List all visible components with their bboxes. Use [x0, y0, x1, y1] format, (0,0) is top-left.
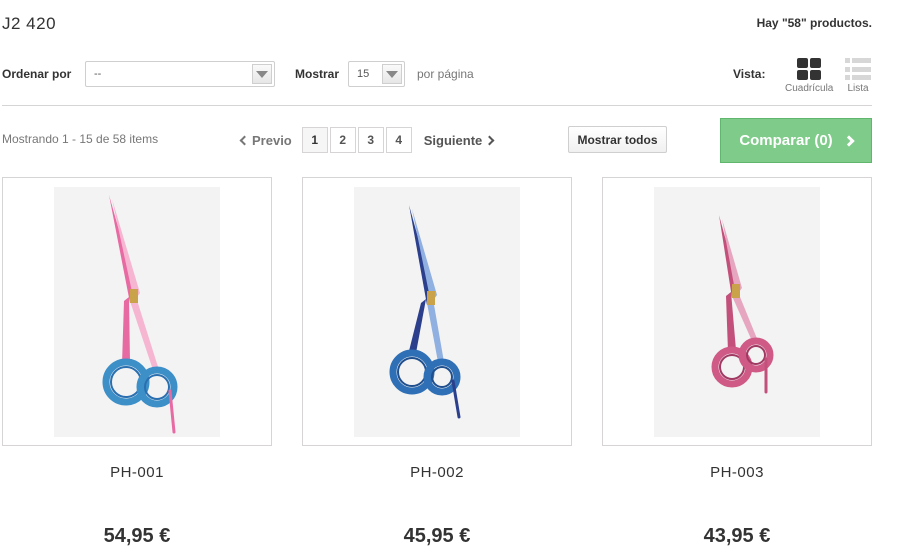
next-page-link[interactable]: Siguiente — [423, 132, 495, 148]
compare-button[interactable]: Comparar (0) — [720, 118, 872, 163]
chevron-down-icon[interactable] — [382, 64, 402, 84]
chevron-right-icon — [484, 135, 495, 145]
product-card[interactable]: PH-003 43,95 € — [602, 177, 872, 548]
view-list-button[interactable]: Lista — [845, 58, 871, 94]
product-image[interactable] — [354, 187, 520, 437]
show-label: Mostrar — [295, 67, 340, 81]
previous-page-link[interactable]: Previo — [239, 132, 292, 148]
product-price: 43,95 € — [703, 525, 771, 547]
grid-view-icon — [797, 58, 822, 80]
divider — [2, 105, 872, 106]
compare-button-label: Comparar (0) — [739, 132, 833, 149]
product-card[interactable]: PH-002 45,95 € — [302, 177, 572, 548]
showing-items-text: Mostrando 1 - 15 de 58 items — [2, 132, 159, 146]
sort-select-value: -- — [94, 68, 102, 80]
chevron-left-icon — [239, 135, 250, 145]
previous-page-label: Previo — [252, 132, 292, 148]
chevron-down-icon[interactable] — [252, 64, 272, 84]
product-image-frame[interactable] — [302, 177, 572, 446]
sort-label: Ordenar por — [2, 67, 72, 81]
page-link-3[interactable]: 3 — [357, 127, 384, 153]
per-page-select-value: 15 — [357, 68, 370, 80]
page-link-1[interactable]: 1 — [301, 127, 328, 153]
list-view-icon — [845, 58, 871, 80]
scissors-icon — [711, 215, 774, 394]
product-name[interactable]: PH-003 — [602, 464, 872, 481]
view-grid-button[interactable]: Cuadrícula — [785, 58, 833, 94]
show-all-button[interactable]: Mostrar todos — [568, 126, 667, 153]
view-list-label: Lista — [847, 83, 869, 94]
product-price: 54,95 € — [103, 525, 171, 547]
page-title: J2 420 — [2, 14, 57, 33]
page-link-4[interactable]: 4 — [385, 127, 412, 153]
page-link-2[interactable]: 2 — [329, 127, 356, 153]
scissors-icon — [389, 205, 461, 419]
product-image-frame[interactable] — [2, 177, 272, 446]
view-label: Vista: — [733, 67, 766, 81]
product-count: Hay "58" productos. — [756, 16, 872, 30]
next-page-label: Siguiente — [423, 132, 483, 148]
chevron-right-icon — [843, 134, 855, 147]
product-image[interactable] — [654, 187, 820, 437]
product-image[interactable] — [54, 187, 220, 437]
product-card[interactable]: PH-001 54,95 € — [2, 177, 272, 548]
sort-select[interactable]: -- — [85, 61, 275, 87]
product-name[interactable]: PH-002 — [302, 464, 572, 481]
product-image-frame[interactable] — [602, 177, 872, 446]
pagination: Previo 1 2 3 4 Siguiente — [239, 127, 495, 153]
product-price: 45,95 € — [403, 525, 471, 547]
product-name[interactable]: PH-001 — [2, 464, 272, 481]
scissors-icon — [102, 195, 178, 434]
per-page-select[interactable]: 15 — [348, 61, 405, 87]
per-page-label: por página — [417, 67, 474, 81]
view-grid-label: Cuadrícula — [785, 83, 834, 94]
